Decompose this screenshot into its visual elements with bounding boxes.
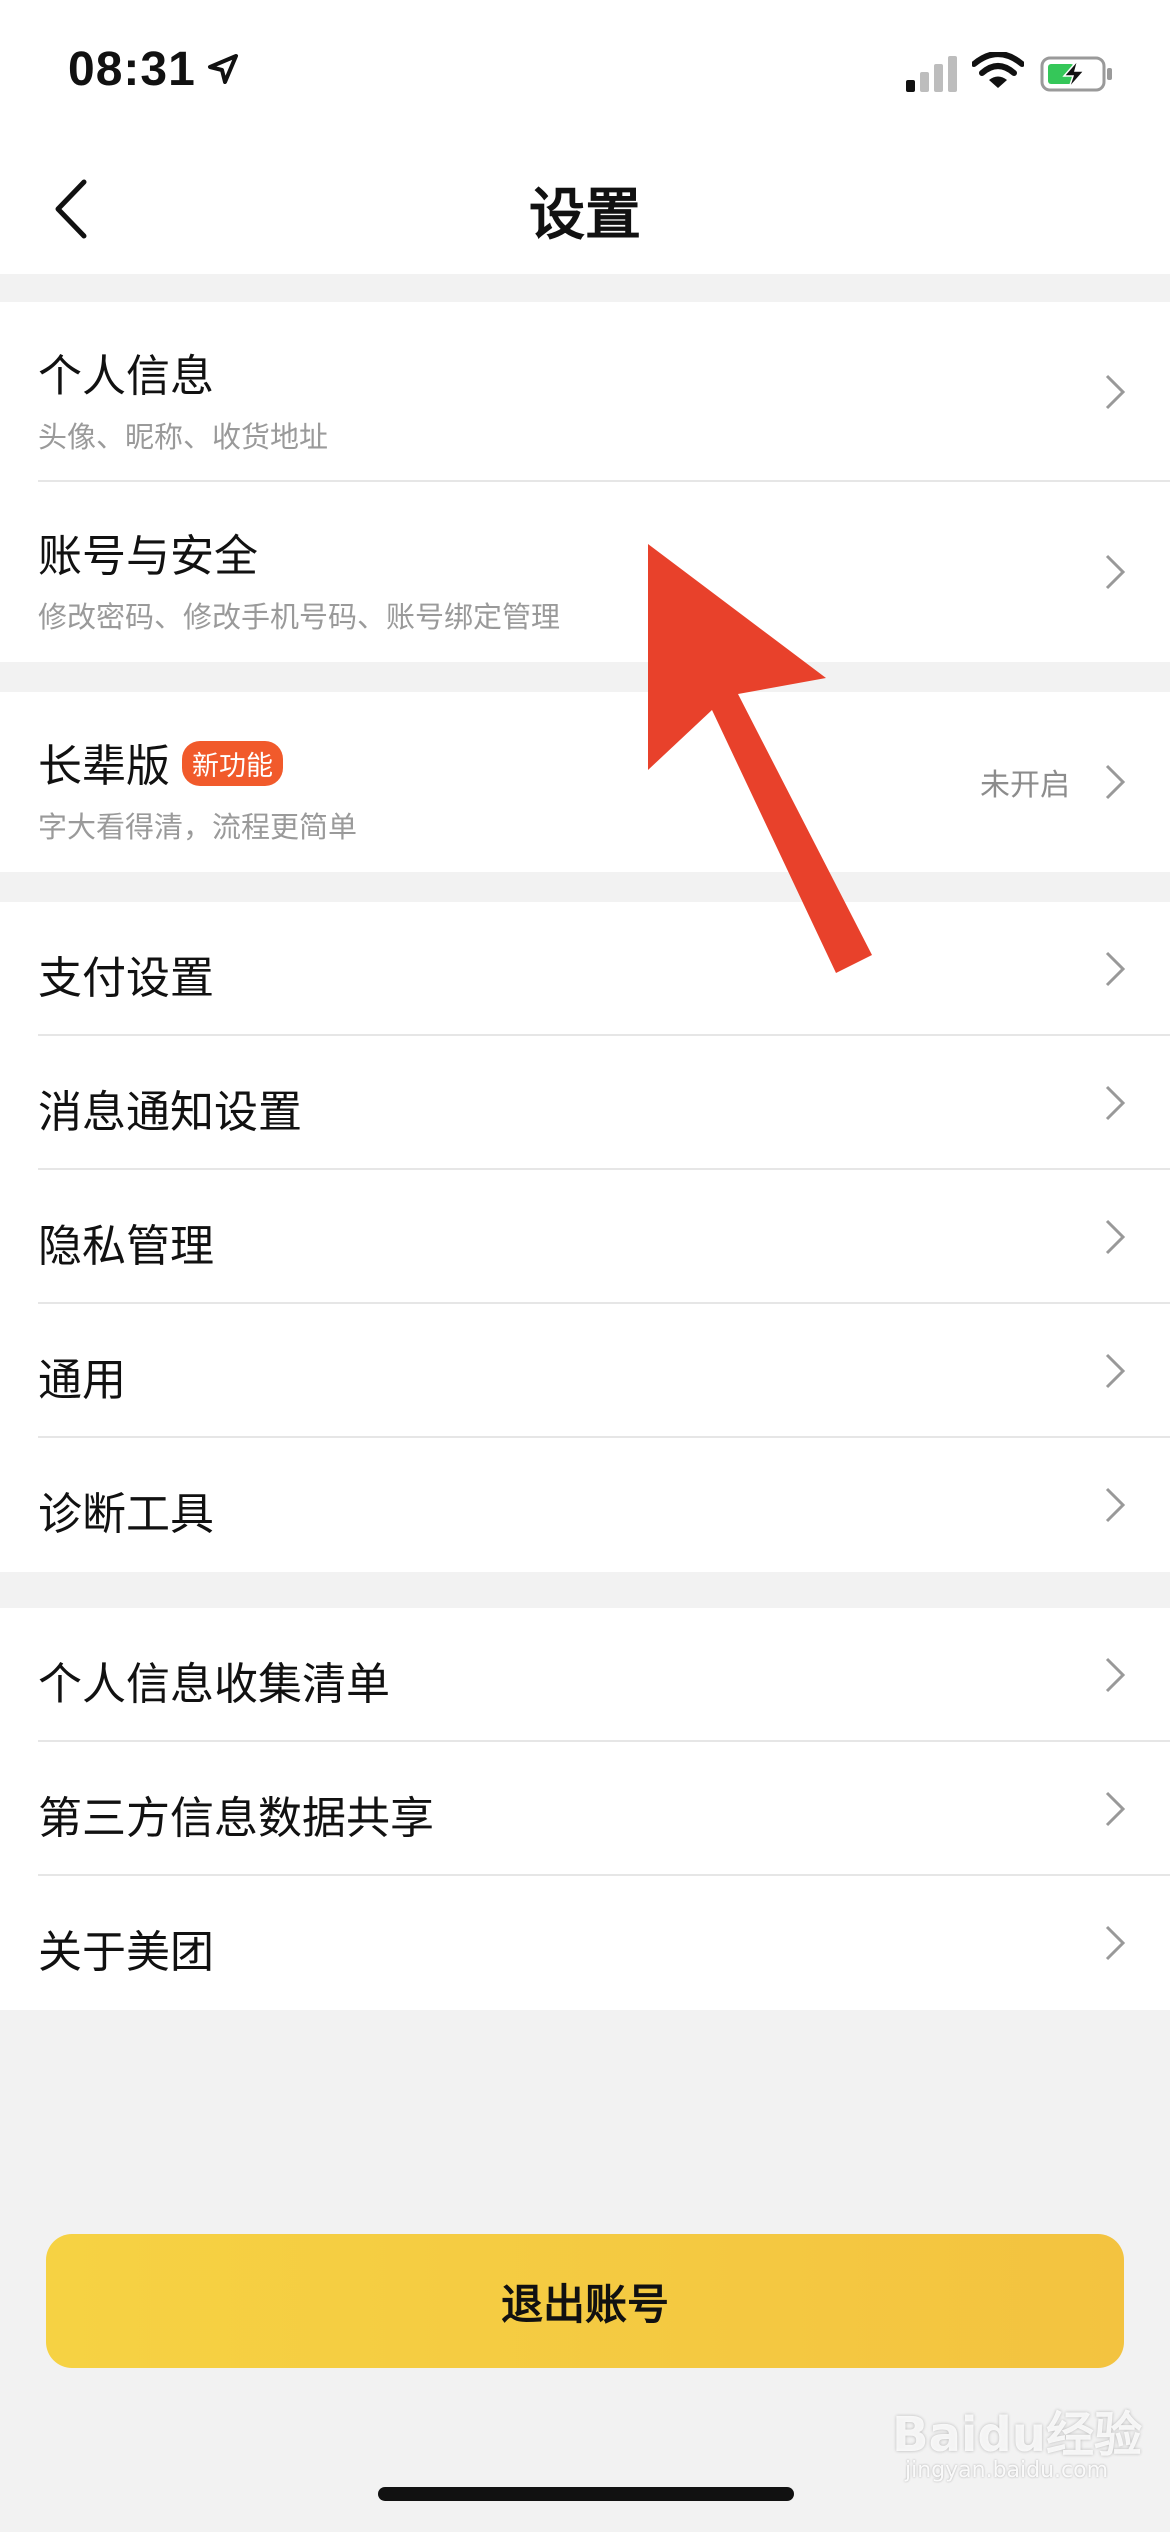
watermark-url: jingyan.baidu.com: [905, 2458, 1109, 2483]
red-annotation-arrow-icon: [648, 544, 872, 973]
watermark-logo: Baidu经验: [892, 2407, 1142, 2463]
home-indicator: [378, 2487, 794, 2501]
